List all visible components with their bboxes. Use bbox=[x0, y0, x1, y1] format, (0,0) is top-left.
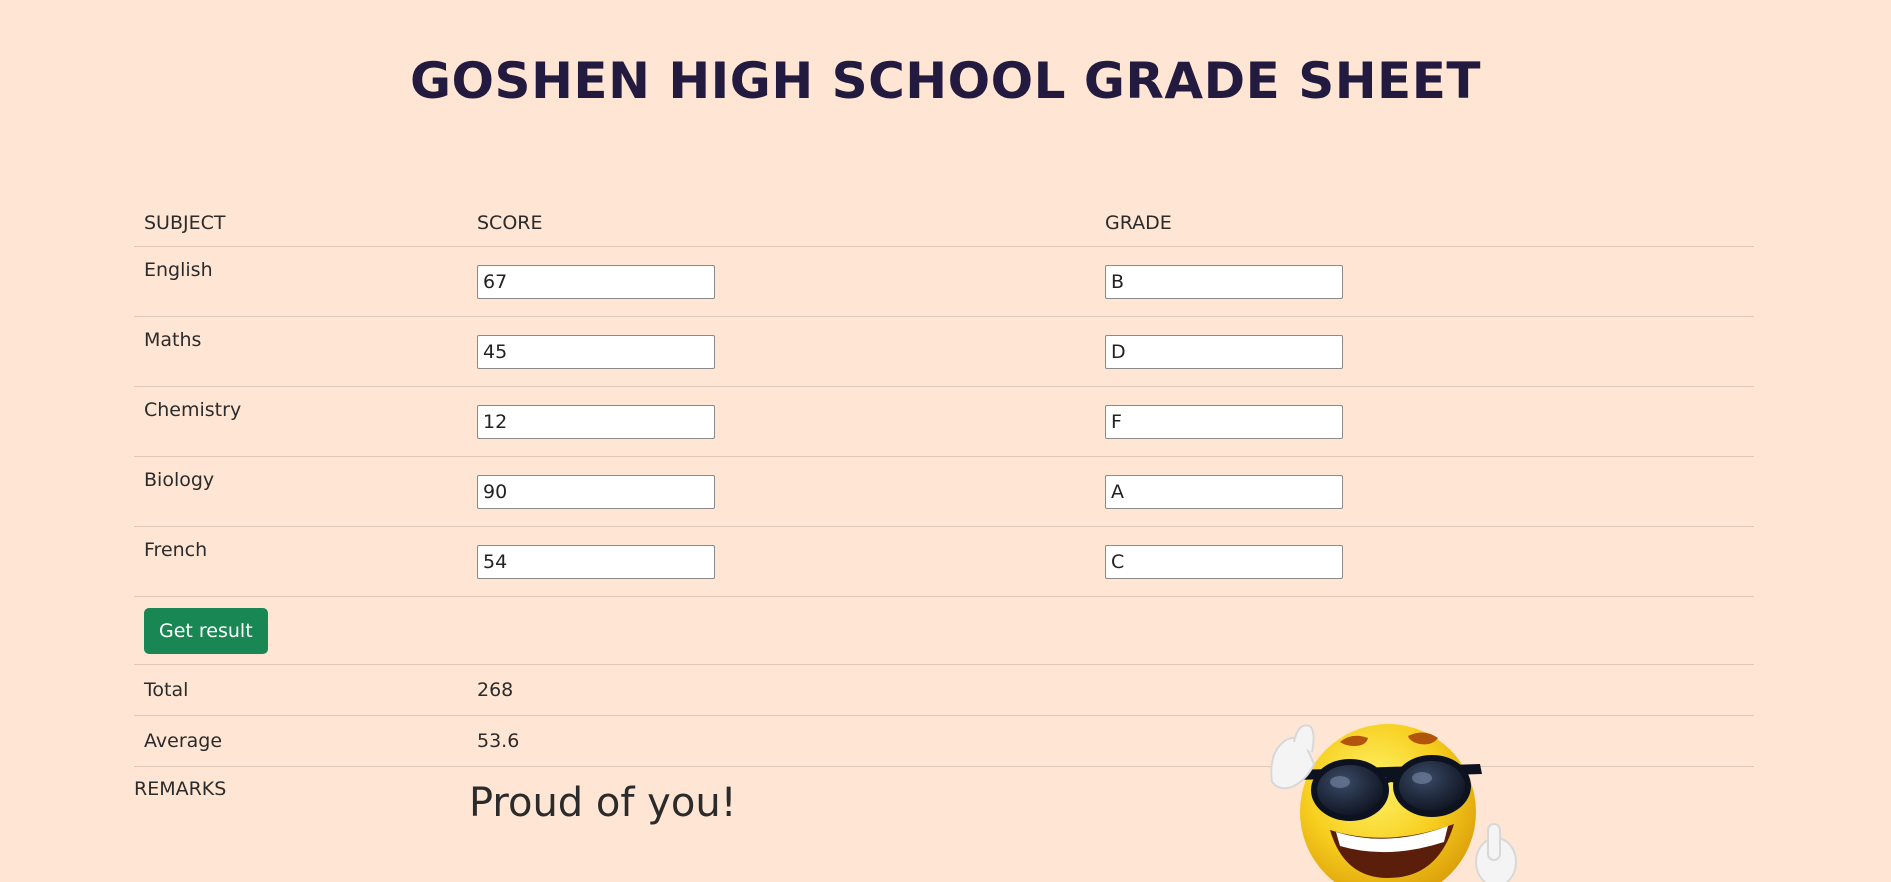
table-header-row: SUBJECT SCORE GRADE bbox=[134, 186, 1754, 247]
grade-field-english[interactable] bbox=[1105, 264, 1343, 299]
score-input-chemistry[interactable] bbox=[477, 404, 715, 439]
average-label: Average bbox=[134, 715, 467, 767]
grade-field-chemistry[interactable] bbox=[1105, 404, 1343, 439]
remark-text: Proud of you! bbox=[469, 780, 737, 826]
header-subject: SUBJECT bbox=[134, 186, 467, 247]
total-label: Total bbox=[134, 664, 467, 716]
table-row: Maths bbox=[134, 316, 1754, 387]
table-row: Chemistry bbox=[134, 386, 1754, 457]
score-input-maths[interactable] bbox=[477, 334, 715, 369]
grade-table: SUBJECT SCORE GRADE English Maths Chemis… bbox=[134, 186, 1754, 767]
get-result-button[interactable]: Get result bbox=[144, 607, 268, 654]
grade-field-biology[interactable] bbox=[1105, 474, 1343, 509]
total-row: Total 268 bbox=[134, 664, 1754, 716]
grade-field-maths[interactable] bbox=[1105, 334, 1343, 369]
table-row: Biology bbox=[134, 456, 1754, 527]
cool-emoji-sunglasses-icon bbox=[1270, 724, 1517, 882]
grade-field-french[interactable] bbox=[1105, 544, 1343, 579]
subject-label: French bbox=[134, 526, 467, 597]
subject-label: English bbox=[134, 246, 467, 317]
subject-label: Chemistry bbox=[134, 386, 467, 457]
total-value: 268 bbox=[467, 664, 1095, 716]
button-row: Get result bbox=[134, 596, 1754, 665]
remarks-label: REMARKS bbox=[134, 778, 227, 800]
average-value: 53.6 bbox=[467, 715, 1095, 767]
score-input-english[interactable] bbox=[477, 264, 715, 299]
table-row: French bbox=[134, 526, 1754, 597]
score-input-french[interactable] bbox=[477, 544, 715, 579]
score-input-biology[interactable] bbox=[477, 474, 715, 509]
page-title: GOSHEN HIGH SCHOOL GRADE SHEET bbox=[410, 52, 1481, 110]
subject-label: Biology bbox=[134, 456, 467, 527]
subject-label: Maths bbox=[134, 316, 467, 387]
table-row: English bbox=[134, 246, 1754, 317]
header-score: SCORE bbox=[467, 186, 1095, 247]
header-grade: GRADE bbox=[1095, 186, 1754, 247]
